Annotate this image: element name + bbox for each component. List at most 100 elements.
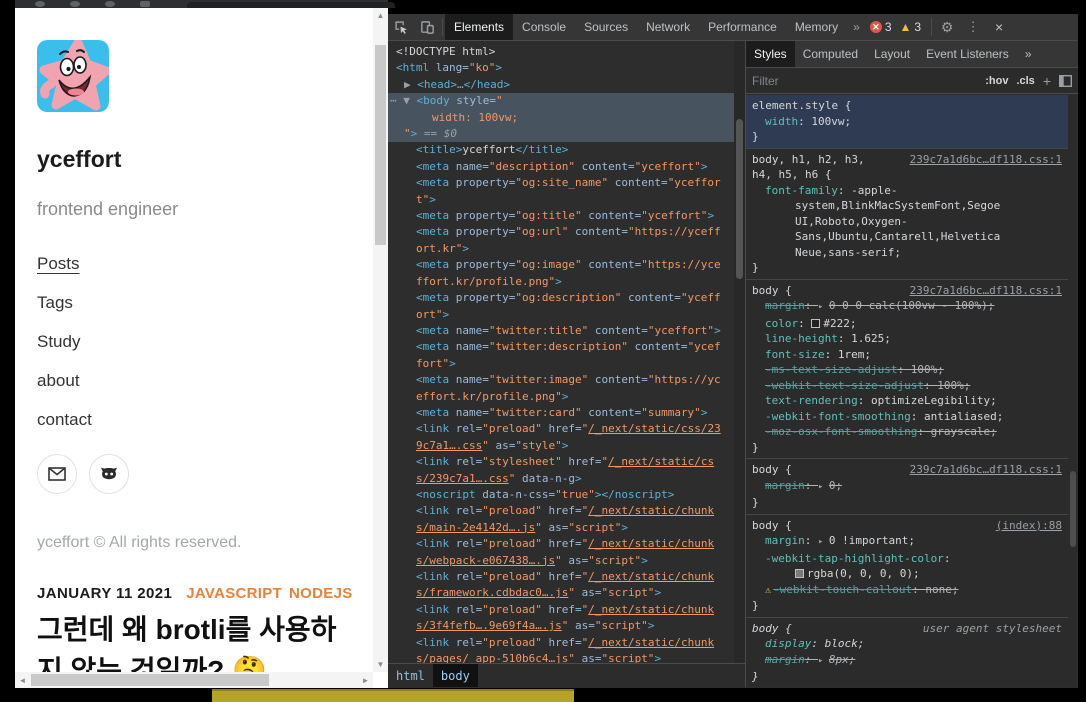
resource-link[interactable]: /_next/static/css/23: [588, 422, 720, 435]
code-line[interactable]: ffort.kr/profile.png">: [388, 274, 734, 290]
stylesheet-source-link[interactable]: (index):88: [996, 518, 1062, 534]
resource-link[interactable]: /_next/static/chunk: [588, 570, 714, 583]
stylesheet-source-link[interactable]: user agent stylesheet: [923, 621, 1062, 637]
code-line[interactable]: fort">: [388, 356, 734, 372]
css-declaration[interactable]: margin: ▸ 8px;: [752, 652, 1062, 670]
sidebar-pane-toggle-icon[interactable]: [1059, 75, 1072, 87]
page-vscroll-thumb[interactable]: [375, 45, 386, 245]
page-horizontal-scrollbar[interactable]: ◄ ►: [15, 672, 373, 688]
reload-icon[interactable]: [105, 1, 115, 7]
shorthand-expand-icon[interactable]: ▸: [818, 537, 829, 547]
css-declaration[interactable]: text-rendering: optimizeLegibility;: [752, 393, 1062, 409]
code-line[interactable]: s/main-2e4142d….js" as="script">: [388, 520, 734, 536]
toggle-class-button[interactable]: .cls: [1016, 75, 1034, 87]
code-line[interactable]: <link rel="stylesheet" href="/_next/stat…: [388, 454, 734, 470]
resource-link[interactable]: /_next/static/chunk: [588, 504, 714, 517]
resource-link[interactable]: s/main-2e4142d….js: [416, 521, 535, 534]
rule-selector[interactable]: body {: [752, 462, 792, 478]
code-line[interactable]: <noscript data-n-css="true"></noscript>: [388, 487, 734, 503]
github-button[interactable]: [89, 454, 129, 494]
css-declaration[interactable]: margin: ▸ 0;: [752, 478, 1062, 496]
styles-scrollbar[interactable]: [1068, 95, 1078, 687]
styles-tab-styles[interactable]: Styles: [746, 41, 795, 67]
code-line[interactable]: ⋯ ▼ <body style=": [388, 93, 734, 109]
settings-gear-icon[interactable]: ⚙: [934, 14, 960, 40]
css-declaration[interactable]: font-size: 1rem;: [752, 347, 1062, 363]
code-line[interactable]: s/3f4fefb….9e69f4a….js" as="script">: [388, 618, 734, 634]
nav-item-tags[interactable]: Tags: [37, 293, 357, 313]
style-filter-input[interactable]: [752, 74, 977, 88]
resource-link[interactable]: /_next/static/chunk: [588, 636, 714, 649]
code-line[interactable]: s/239c7a1….css" data-n-g>: [388, 471, 734, 487]
resource-link[interactable]: /_next/static/cs: [608, 455, 714, 468]
stylesheet-source-link[interactable]: 239c7a1d6bc…df118.css:1: [910, 283, 1062, 299]
code-line[interactable]: <!DOCTYPE html>: [388, 44, 734, 60]
scroll-up-icon[interactable]: ▲: [373, 8, 388, 23]
code-line[interactable]: ort">: [388, 307, 734, 323]
post-tag-link[interactable]: NODEJS: [289, 585, 353, 602]
tab-performance[interactable]: Performance: [699, 14, 786, 40]
shorthand-expand-icon[interactable]: ▸: [818, 656, 829, 666]
bookmark-icon[interactable]: [140, 1, 150, 7]
code-line[interactable]: width: 100vw;: [388, 110, 734, 126]
page-vertical-scrollbar[interactable]: ▲ ▼: [373, 8, 388, 672]
stylesheet-source-link[interactable]: 239c7a1d6bc…df118.css:1: [910, 462, 1062, 478]
scroll-left-icon[interactable]: ◄: [15, 672, 30, 688]
css-declaration[interactable]: margin: ▸ 0 0 0 calc(100vw - 100%);: [752, 298, 1062, 316]
code-line[interactable]: <link rel="preload" href="/_next/static/…: [388, 421, 734, 437]
back-icon[interactable]: [35, 1, 45, 7]
styles-tab-event-listeners[interactable]: Event Listeners: [918, 41, 1017, 67]
css-declaration[interactable]: -webkit-text-size-adjust: 100%;: [752, 378, 1062, 394]
rule-selector[interactable]: body, h1, h2, h3,: [752, 152, 865, 168]
styles-tab-computed[interactable]: Computed: [795, 41, 866, 67]
css-declaration[interactable]: ⚠-webkit-touch-callout: none;: [752, 582, 1062, 599]
toggle-hover-state-button[interactable]: :hov: [985, 75, 1008, 87]
code-line[interactable]: <meta property="og:title" content="yceff…: [388, 208, 734, 224]
code-line[interactable]: effort.kr/profile.png">: [388, 389, 734, 405]
code-line[interactable]: <meta name="twitter:image" content="http…: [388, 372, 734, 388]
code-line[interactable]: s/webpack-e067438….js" as="script">: [388, 553, 734, 569]
code-line[interactable]: <link rel="preload" href="/_next/static/…: [388, 536, 734, 552]
styles-scroll-thumb[interactable]: [1070, 471, 1076, 547]
css-declaration[interactable]: color: #222;: [752, 316, 1062, 332]
tab-console[interactable]: Console: [513, 14, 575, 40]
code-line[interactable]: <meta property="og:url" content="https:/…: [388, 224, 734, 240]
scroll-right-icon[interactable]: ►: [358, 672, 373, 688]
nav-item-study[interactable]: Study: [37, 332, 357, 352]
rule-selector[interactable]: body {: [752, 621, 792, 637]
nav-item-contact[interactable]: contact: [37, 410, 357, 430]
shorthand-expand-icon[interactable]: ▸: [818, 482, 829, 492]
stylesheet-source-link[interactable]: 239c7a1d6bc…df118.css:1: [910, 152, 1062, 168]
resource-link[interactable]: s/framework.cdbdac0….js: [416, 586, 568, 599]
color-swatch[interactable]: [795, 569, 804, 578]
styles-tab-layout[interactable]: Layout: [866, 41, 918, 67]
code-line[interactable]: <title>yceffort</title>: [388, 142, 734, 158]
post-tag-link[interactable]: JAVASCRIPT: [186, 585, 282, 602]
error-badge[interactable]: ✕ 3: [866, 20, 896, 34]
code-line[interactable]: <meta property="og:site_name" content="y…: [388, 175, 734, 191]
css-declaration[interactable]: line-height: 1.625;: [752, 331, 1062, 347]
code-line[interactable]: <meta name="twitter:card" content="summa…: [388, 405, 734, 421]
new-style-rule-button[interactable]: +: [1043, 73, 1051, 89]
resource-link[interactable]: 9c7a1….css: [416, 439, 482, 452]
code-line[interactable]: <meta name="description" content="yceffo…: [388, 159, 734, 175]
code-line[interactable]: <meta name="twitter:title" content="ycef…: [388, 323, 734, 339]
code-line[interactable]: 9c7a1….css" as="style">: [388, 438, 734, 454]
css-declaration[interactable]: width: 100vw;: [752, 114, 1062, 130]
devtools-close-icon[interactable]: ×: [986, 14, 1012, 40]
code-line[interactable]: ▶ <head>…</head>: [388, 77, 734, 93]
nav-item-about[interactable]: about: [37, 371, 357, 391]
resource-link[interactable]: s/239c7a1….css: [416, 472, 509, 485]
color-swatch[interactable]: [811, 319, 820, 328]
tab-memory[interactable]: Memory: [786, 14, 847, 40]
resource-link[interactable]: /_next/static/chunk: [588, 537, 714, 550]
page-hscroll-thumb[interactable]: [31, 674, 269, 686]
css-declaration[interactable]: -ms-text-size-adjust: 100%;: [752, 362, 1062, 378]
css-declaration[interactable]: margin: ▸ 0 !important;: [752, 533, 1062, 551]
rule-selector[interactable]: body {: [752, 518, 792, 534]
code-line[interactable]: <link rel="preload" href="/_next/static/…: [388, 569, 734, 585]
device-toolbar-icon[interactable]: [414, 14, 440, 40]
elements-scrollbar[interactable]: [734, 41, 745, 663]
code-line[interactable]: t">: [388, 192, 734, 208]
rule-selector[interactable]: body {: [752, 283, 792, 299]
